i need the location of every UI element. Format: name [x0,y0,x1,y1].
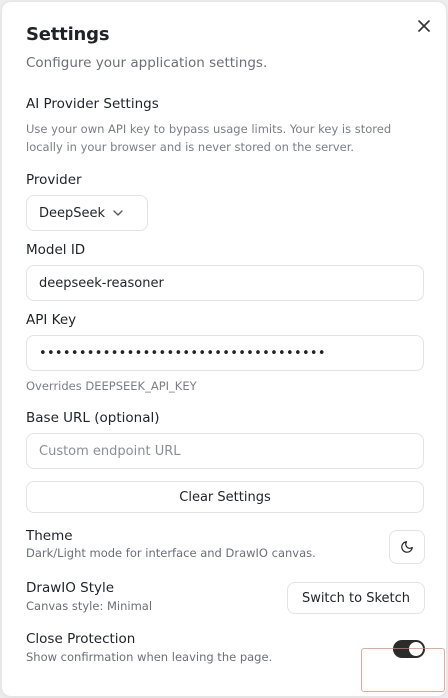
theme-title: Theme [26,528,73,544]
api-key-hint: Overrides DEEPSEEK_API_KEY [26,379,197,393]
provider-select[interactable]: DeepSeek [26,195,148,231]
api-key-input[interactable]: •••••••••••••••••••••••••••••••••••• [26,335,424,371]
moon-icon [401,541,413,553]
model-id-input[interactable]: deepseek-reasoner [26,265,424,301]
close-button[interactable] [414,16,434,36]
drawio-style-title: DrawIO Style [26,580,115,596]
watermark-stamp [361,648,445,692]
close-protection-title: Close Protection [26,631,136,647]
drawio-style-description: Canvas style: Minimal [26,599,153,613]
ai-provider-description: Use your own API key to bypass usage lim… [26,122,392,154]
dialog-subtitle: Configure your application settings. [26,55,268,71]
base-url-placeholder: Custom endpoint URL [39,443,181,459]
settings-dialog: Settings Configure your application sett… [1,1,447,697]
api-key-label: API Key [26,312,77,328]
provider-label: Provider [26,172,82,188]
theme-description: Dark/Light mode for interface and DrawIO… [26,546,316,560]
model-id-label: Model ID [26,242,86,258]
switch-to-sketch-button[interactable]: Switch to Sketch [287,582,425,614]
model-id-value: deepseek-reasoner [39,275,164,291]
provider-select-value: DeepSeek [39,205,106,221]
chevron-down-icon [113,210,123,216]
base-url-label: Base URL (optional) [26,410,160,426]
clear-settings-button[interactable]: Clear Settings [26,481,424,513]
close-protection-description: Show confirmation when leaving the page. [26,650,273,664]
theme-toggle-button[interactable] [389,530,425,564]
api-key-value: •••••••••••••••••••••••••••••••••••• [39,345,326,361]
dialog-title: Settings [26,24,110,45]
base-url-input[interactable]: Custom endpoint URL [26,433,424,469]
ai-provider-section-title: AI Provider Settings [26,96,159,112]
close-icon [418,20,430,32]
